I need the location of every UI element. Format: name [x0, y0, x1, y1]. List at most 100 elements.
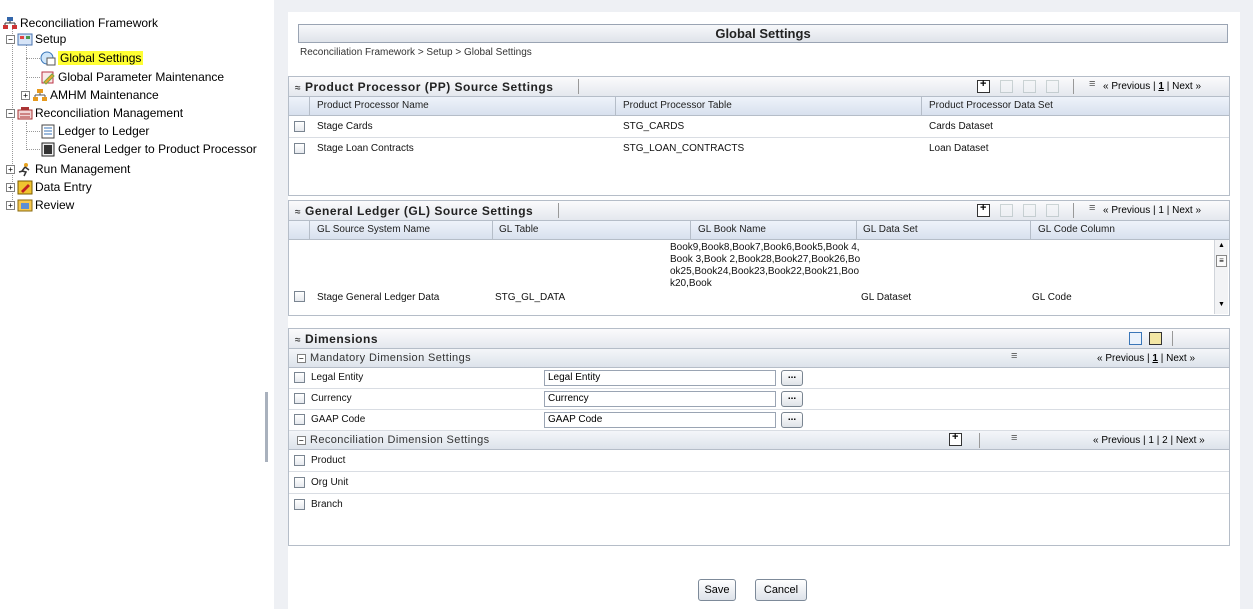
vertical-scrollbar[interactable]: ▲ ≡ ▼ — [1214, 240, 1228, 314]
content-panel: Global Settings Reconciliation Framework… — [288, 12, 1240, 609]
filter-icon[interactable]: ≡ — [1011, 432, 1017, 444]
edit-icon[interactable] — [1023, 204, 1036, 217]
previous-link[interactable]: « Previous — [1103, 205, 1150, 216]
collapse-chevron-icon[interactable]: ≈ — [295, 83, 301, 94]
column-header[interactable]: GL Table — [499, 224, 538, 235]
data-entry-icon — [17, 180, 33, 195]
column-header[interactable]: GL Code Column — [1038, 224, 1115, 235]
column-divider — [492, 221, 493, 240]
table-row[interactable]: Stage Loan Contracts STG_LOAN_CONTRACTS … — [289, 138, 1229, 160]
mandatory-dimension-row[interactable]: GAAP Code GAAP Code ... — [289, 410, 1229, 431]
column-divider — [1030, 221, 1031, 240]
tree-item-review[interactable]: + Review — [6, 196, 74, 214]
row-checkbox[interactable] — [294, 121, 305, 132]
add-icon[interactable] — [949, 431, 962, 446]
browse-button[interactable]: ... — [781, 370, 803, 386]
tree-item-amhm-maintenance[interactable]: + AMHM Maintenance — [21, 86, 159, 104]
column-header[interactable]: GL Source System Name — [317, 224, 430, 235]
review-icon — [17, 198, 33, 213]
tree-item-data-entry[interactable]: + Data Entry — [6, 178, 92, 196]
scroll-up-icon[interactable]: ▲ — [1215, 242, 1228, 249]
dimension-value-field[interactable]: Currency — [544, 391, 776, 407]
expand-icon[interactable]: + — [6, 200, 15, 210]
tree-connector — [26, 77, 40, 78]
filter-icon[interactable]: ≡ — [1011, 350, 1017, 362]
column-header[interactable]: Product Processor Table — [623, 100, 732, 111]
panel-title[interactable]: ≈ General Ledger (GL) Source Settings — [295, 204, 533, 218]
next-link[interactable]: Next » — [1172, 205, 1201, 216]
collapse-icon[interactable]: − — [297, 435, 306, 445]
collapse-chevron-icon[interactable]: ≈ — [295, 335, 301, 346]
previous-link[interactable]: « Previous — [1103, 81, 1150, 92]
collapse-chevron-icon[interactable]: ≈ — [295, 207, 301, 218]
column-header-row: GL Source System Name GL Table GL Book N… — [289, 221, 1229, 240]
table-cell: Stage General Ledger Data — [317, 292, 440, 303]
reconciliation-dimension-row[interactable]: Branch — [289, 494, 1229, 516]
tree-item-label: Review — [35, 198, 75, 212]
expand-icon[interactable]: + — [6, 164, 15, 174]
table-row[interactable]: Stage Cards STG_CARDS Cards Dataset — [289, 116, 1229, 138]
table-row[interactable]: Stage General Ledger Data STG_GL_DATA Bo… — [289, 240, 1229, 314]
collapse-icon[interactable]: − — [297, 353, 306, 363]
mandatory-dimension-row[interactable]: Legal Entity Legal Entity ... — [289, 368, 1229, 389]
map-icon[interactable] — [1129, 332, 1142, 345]
edit-icon[interactable] — [1023, 80, 1036, 93]
expand-icon[interactable]: + — [6, 182, 15, 192]
view-icon[interactable] — [1000, 80, 1013, 93]
row-checkbox[interactable] — [294, 499, 305, 510]
dimension-value-field[interactable]: GAAP Code — [544, 412, 776, 428]
row-checkbox[interactable] — [294, 291, 305, 302]
tree-item-setup[interactable]: − Setup — [6, 30, 66, 48]
view-icon[interactable] — [1000, 204, 1013, 217]
cancel-button[interactable]: Cancel — [755, 579, 807, 601]
scroll-thumb[interactable]: ≡ — [1216, 255, 1227, 267]
scroll-down-icon[interactable]: ▼ — [1215, 301, 1228, 308]
tree-item-global-parameter-maintenance[interactable]: Global Parameter Maintenance — [40, 68, 224, 86]
dimension-value-field[interactable]: Legal Entity — [544, 370, 776, 386]
panel-title[interactable]: ≈ Dimensions — [295, 332, 378, 346]
section-title[interactable]: − Mandatory Dimension Settings — [297, 352, 471, 364]
row-checkbox[interactable] — [294, 393, 305, 404]
section-title[interactable]: − Reconciliation Dimension Settings — [297, 434, 490, 446]
column-header[interactable]: Product Processor Name — [317, 100, 429, 111]
tree-item-ledger-to-ledger[interactable]: Ledger to Ledger — [40, 122, 149, 140]
collapse-icon[interactable]: − — [6, 108, 15, 118]
add-icon[interactable] — [977, 78, 990, 93]
tree-item-global-settings[interactable]: Global Settings — [40, 49, 144, 67]
delete-icon[interactable] — [1046, 204, 1059, 217]
row-checkbox[interactable] — [294, 372, 305, 383]
list-icon[interactable] — [1149, 332, 1162, 345]
browse-button[interactable]: ... — [781, 412, 803, 428]
browse-button[interactable]: ... — [781, 391, 803, 407]
reconciliation-dimension-row[interactable]: Org Unit — [289, 472, 1229, 494]
tree-item-gl-to-product-processor[interactable]: General Ledger to Product Processor — [40, 140, 257, 158]
add-icon[interactable] — [977, 202, 990, 217]
mandatory-dimension-row[interactable]: Currency Currency ... — [289, 389, 1229, 410]
row-checkbox[interactable] — [294, 143, 305, 154]
reconciliation-dimension-row[interactable]: Product — [289, 450, 1229, 472]
save-button[interactable]: Save — [698, 579, 736, 601]
next-link[interactable]: Next » — [1172, 81, 1201, 92]
row-checkbox[interactable] — [294, 477, 305, 488]
splitter-grip[interactable] — [265, 392, 268, 462]
delete-icon[interactable] — [1046, 80, 1059, 93]
column-header[interactable]: GL Data Set — [863, 224, 918, 235]
collapse-icon[interactable]: − — [6, 34, 15, 44]
filter-icon[interactable]: ≡ — [1089, 202, 1095, 214]
column-header[interactable]: GL Book Name — [698, 224, 766, 235]
ledger-icon — [40, 124, 56, 139]
column-header[interactable]: Product Processor Data Set — [929, 100, 1053, 111]
tree-item-reconciliation-management[interactable]: − Reconciliation Management — [6, 104, 183, 122]
filter-icon[interactable]: ≡ — [1089, 78, 1095, 90]
row-checkbox[interactable] — [294, 414, 305, 425]
expand-icon[interactable]: + — [21, 90, 30, 100]
dimensions-panel: ≈ Dimensions − Mandatory Dimension Setting… — [288, 328, 1230, 546]
row-checkbox[interactable] — [294, 455, 305, 466]
next-link[interactable]: Next » — [1166, 353, 1195, 364]
previous-link[interactable]: « Previous — [1097, 353, 1144, 364]
divider — [578, 79, 579, 94]
dimension-name: GAAP Code — [311, 414, 366, 425]
panel-title[interactable]: ≈ Product Processor (PP) Source Settings — [295, 80, 553, 94]
pagination[interactable]: « Previous | 1 | 2 | Next » — [1093, 435, 1205, 446]
tree-item-run-management[interactable]: + Run Management — [6, 160, 130, 178]
